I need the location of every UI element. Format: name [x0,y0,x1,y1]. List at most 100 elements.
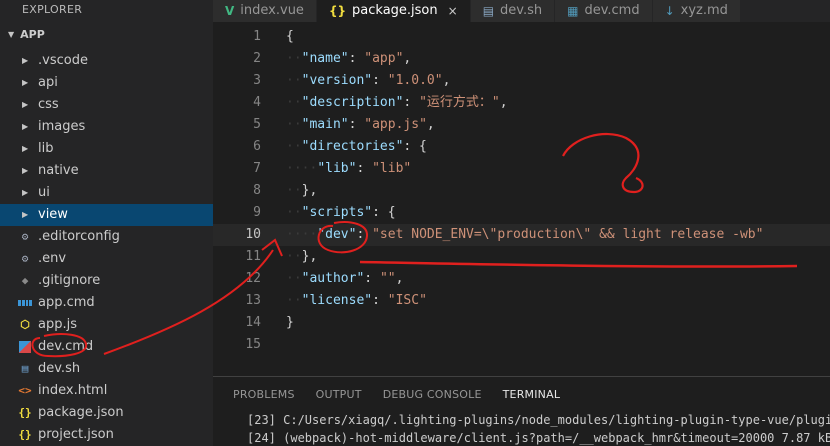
editor-tab[interactable]: ▦ dev.cmd [555,0,653,22]
folder-item[interactable]: ▶ api [0,72,213,94]
file-item[interactable]: app.cmd [0,292,213,314]
file-item[interactable]: ◆ .gitignore [0,270,213,292]
editor-tab[interactable]: ↓ xyz.md [652,0,741,22]
code-line: 12 ··"author": "", [213,268,830,290]
file-item[interactable]: ⬡ app.js [0,314,213,336]
folder-item[interactable]: ▶ ui [0,182,213,204]
code-line: 13 ··"license": "ISC" [213,290,830,312]
file-item[interactable]: {} project.json [0,424,213,446]
file-item[interactable]: {} package.json [0,402,213,424]
file-item[interactable]: ⚙ .editorconfig [0,226,213,248]
file-item[interactable]: ⚙ .env [0,248,213,270]
code-token: ···· [286,227,318,242]
line-number: 13 [245,293,261,308]
panel-tab-bar: PROBLEMS OUTPUT DEBUG CONSOLE TERMINAL [213,377,830,411]
code-token: : [372,293,388,308]
code-token: ···· [286,161,318,176]
code-token: : { [403,139,427,154]
code-token: : [356,161,373,176]
close-icon[interactable]: × [448,0,458,22]
explorer-sidebar: EXPLORER ▼ APP ▶ .vscode ▶ api ▶ css ▶ images ▶ l… [0,0,213,446]
code-token: : [356,227,373,242]
code-editor[interactable]: 1{2 ··"name": "app", 3 ··"version": "1.0.0"… [213,22,830,376]
terminal-line: [24] (webpack)-hot-middleware/client.js?… [247,431,830,445]
code-token: "app.js" [364,117,427,132]
code-token: "运行方式：" [419,95,500,110]
panel-tab[interactable]: OUTPUT [316,388,362,401]
markdown-icon: ↓ [664,4,675,18]
code-token: "dev" [317,227,357,242]
folder-item[interactable]: ▶ view [0,204,213,226]
code-token: , [426,117,435,132]
tree-item-label: css [38,97,59,112]
tab-label: index.vue [240,3,304,18]
editor-tab[interactable]: ▤ dev.sh [470,0,556,22]
line-number: 2 [253,51,261,66]
code-token: , [499,95,508,110]
json-icon: {} [18,406,32,419]
code-text: ··"description": "运行方式：", [286,92,508,114]
folder-item[interactable]: ▶ images [0,116,213,138]
code-token: ·· [286,73,302,88]
code-line: 7 ····"lib": "lib" [213,158,830,180]
line-number: 12 [245,271,261,286]
code-token: ·· [286,271,302,286]
code-token: { [286,29,294,44]
file-item[interactable]: dev.cmd [0,336,213,358]
tree-item-label: project.json [38,427,114,442]
chevron-right-icon: ▶ [22,122,29,131]
code-token: ·· [286,249,302,264]
code-token: }, [301,249,318,264]
line-number: 4 [253,95,261,110]
code-text: } [286,312,294,334]
chevron-right-icon: ▶ [22,166,29,175]
code-line: 15 [213,334,830,356]
gear-icon: ⚙ [21,230,29,243]
code-text: ··"scripts": { [286,202,396,224]
folder-item[interactable]: ▶ .vscode [0,50,213,72]
folder-item[interactable]: ▶ css [0,94,213,116]
code-text: ··"directories": { [286,136,427,158]
code-token: "ISC" [387,293,427,308]
chevron-down-icon: ▼ [8,30,15,39]
tree-item-label: dev.cmd [38,339,94,354]
code-token: }, [301,183,318,198]
chevron-right-icon: ▶ [22,78,29,87]
editor-tab-bar: Vindex.vue {} package.json × ▤ dev.sh ▦ dev.cmd… [213,0,830,22]
shell-icon: ▤ [482,4,495,18]
tree-item-label: app.js [38,317,77,332]
editor-tab[interactable]: {} package.json × [316,0,471,22]
code-text: ··}, [286,246,317,268]
tree-item-label: native [38,163,79,178]
workspace-section-header[interactable]: ▼ APP [0,20,213,50]
chevron-right-icon: ▶ [22,56,29,65]
code-line: 5 ··"main": "app.js", [213,114,830,136]
code-token: "lib" [372,161,412,176]
code-token: "directories" [301,139,404,154]
js-icon: ⬡ [20,318,30,331]
code-line: 10 ····"dev": "set NODE_ENV=\"production\… [213,224,830,246]
panel-tab[interactable]: DEBUG CONSOLE [383,388,482,401]
code-line: 9 ··"scripts": { [213,202,830,224]
folder-item[interactable]: ▶ lib [0,138,213,160]
file-item[interactable]: ▤ dev.sh [0,358,213,380]
chevron-right-icon: ▶ [22,144,29,153]
code-token: : [348,51,365,66]
chevron-right-icon: ▶ [22,100,29,109]
file-item[interactable]: <> index.html [0,380,213,402]
code-text: ··"name": "app", [286,48,411,70]
panel-tab[interactable]: PROBLEMS [233,388,295,401]
code-line: 14} [213,312,830,334]
html-icon: <> [18,384,32,397]
code-line: 6 ··"directories": { [213,136,830,158]
code-token: ·· [286,205,302,220]
code-line: 8 ··}, [213,180,830,202]
code-token: "author" [301,271,365,286]
line-number: 1 [253,29,261,44]
code-token: , [403,51,412,66]
code-line: 2 ··"name": "app", [213,48,830,70]
editor-tab[interactable]: Vindex.vue [213,0,317,22]
folder-item[interactable]: ▶ native [0,160,213,182]
cmd-icon [18,340,32,354]
panel-tab[interactable]: TERMINAL [503,388,561,401]
